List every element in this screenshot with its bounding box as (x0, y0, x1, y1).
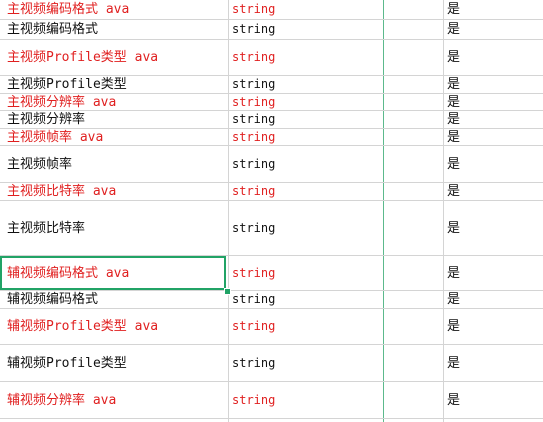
field-name-cell[interactable]: 主视频Profile类型 (7, 76, 227, 93)
required-cell[interactable]: 是 (447, 129, 537, 145)
field-type-cell[interactable]: string (232, 129, 382, 145)
fill-handle[interactable] (224, 288, 231, 295)
empty-cell[interactable] (386, 256, 442, 290)
field-name-cell[interactable]: 辅视频编码格式 ava (7, 256, 227, 290)
required-cell[interactable]: 是 (447, 76, 537, 93)
empty-cell[interactable] (386, 183, 442, 200)
required-cell[interactable]: 是 (447, 382, 537, 418)
table-row[interactable]: 辅视频Profile类型 string 是 (0, 345, 543, 382)
empty-cell[interactable] (386, 76, 442, 93)
empty-cell[interactable] (386, 146, 442, 182)
field-type-cell[interactable]: string (232, 183, 382, 200)
required-cell[interactable]: 是 (447, 111, 537, 128)
empty-cell[interactable] (386, 129, 442, 145)
table-row[interactable]: 主视频编码格式 string 是 (0, 20, 543, 40)
empty-cell[interactable] (386, 111, 442, 128)
table-row[interactable]: 主视频帧率 string 是 (0, 146, 543, 183)
table-row[interactable]: 辅视频编码格式 string 是 (0, 291, 543, 309)
required-cell[interactable]: 是 (447, 256, 537, 290)
table-row[interactable]: 辅视频分辨率 ava string 是 (0, 382, 543, 419)
field-type-cell[interactable]: string (232, 76, 382, 93)
table-row[interactable]: 主视频分辨率 string 是 (0, 111, 543, 129)
field-name-cell[interactable]: 辅视频分辨率 ava (7, 382, 227, 418)
table-row[interactable]: 主视频Profile类型 ava string 是 (0, 40, 543, 76)
field-name-cell[interactable]: 主视频分辨率 ava (7, 94, 227, 110)
field-type-cell[interactable]: string (232, 291, 382, 308)
empty-cell[interactable] (386, 201, 442, 255)
required-cell[interactable]: 是 (447, 183, 537, 200)
field-name-cell[interactable]: 辅视频Profile类型 ava (7, 309, 227, 344)
field-name-cell[interactable]: 主视频编码格式 (7, 20, 227, 39)
field-name-cell[interactable]: 主视频分辨率 (7, 111, 227, 128)
table-row[interactable]: 主视频比特率 string 是 (0, 201, 543, 256)
table-row[interactable]: 主视频编码格式 ava string 是 (0, 0, 543, 20)
field-type-cell[interactable]: string (232, 201, 382, 255)
field-type-cell[interactable]: string (232, 256, 382, 290)
field-name-cell[interactable]: 辅视频编码格式 (7, 291, 227, 308)
empty-cell[interactable] (386, 94, 442, 110)
required-cell[interactable]: 是 (447, 146, 537, 182)
required-cell[interactable]: 是 (447, 94, 537, 110)
field-name-cell[interactable]: 主视频比特率 (7, 201, 227, 255)
empty-cell[interactable] (386, 382, 442, 418)
empty-cell[interactable] (386, 20, 442, 39)
spreadsheet-grid: 主视频编码格式 ava string 是 主视频编码格式 string 是 主视… (0, 0, 543, 422)
required-cell[interactable]: 是 (447, 0, 537, 19)
empty-cell[interactable] (386, 309, 442, 344)
required-cell[interactable]: 是 (447, 40, 537, 75)
table-row[interactable]: 主视频比特率 ava string 是 (0, 183, 543, 201)
required-cell[interactable]: 是 (447, 309, 537, 344)
table-row[interactable]: 主视频帧率 ava string 是 (0, 129, 543, 146)
field-type-cell[interactable]: string (232, 309, 382, 344)
empty-cell[interactable] (386, 40, 442, 75)
required-cell[interactable]: 是 (447, 291, 537, 308)
field-type-cell[interactable]: string (232, 94, 382, 110)
table-row-selected[interactable]: 辅视频编码格式 ava string 是 (0, 256, 543, 291)
field-type-cell[interactable]: string (232, 40, 382, 75)
field-type-cell[interactable]: string (232, 0, 382, 19)
empty-cell[interactable] (386, 345, 442, 381)
field-name-cell[interactable]: 主视频Profile类型 ava (7, 40, 227, 75)
field-type-cell[interactable]: string (232, 146, 382, 182)
table-row[interactable]: 辅视频Profile类型 ava string 是 (0, 309, 543, 345)
field-name-cell[interactable]: 主视频编码格式 ava (7, 0, 227, 19)
empty-cell[interactable] (386, 0, 442, 19)
field-type-cell[interactable]: string (232, 111, 382, 128)
required-cell[interactable]: 是 (447, 20, 537, 39)
table-row[interactable]: 主视频Profile类型 string 是 (0, 76, 543, 94)
field-name-cell[interactable]: 主视频帧率 (7, 146, 227, 182)
table-row[interactable]: 主视频分辨率 ava string 是 (0, 94, 543, 111)
required-cell[interactable]: 是 (447, 201, 537, 255)
required-cell[interactable]: 是 (447, 345, 537, 381)
field-type-cell[interactable]: string (232, 345, 382, 381)
empty-cell[interactable] (386, 291, 442, 308)
field-name-cell[interactable]: 主视频帧率 ava (7, 129, 227, 145)
field-type-cell[interactable]: string (232, 20, 382, 39)
field-type-cell[interactable]: string (232, 382, 382, 418)
field-name-cell[interactable]: 主视频比特率 ava (7, 183, 227, 200)
field-name-cell[interactable]: 辅视频Profile类型 (7, 345, 227, 381)
